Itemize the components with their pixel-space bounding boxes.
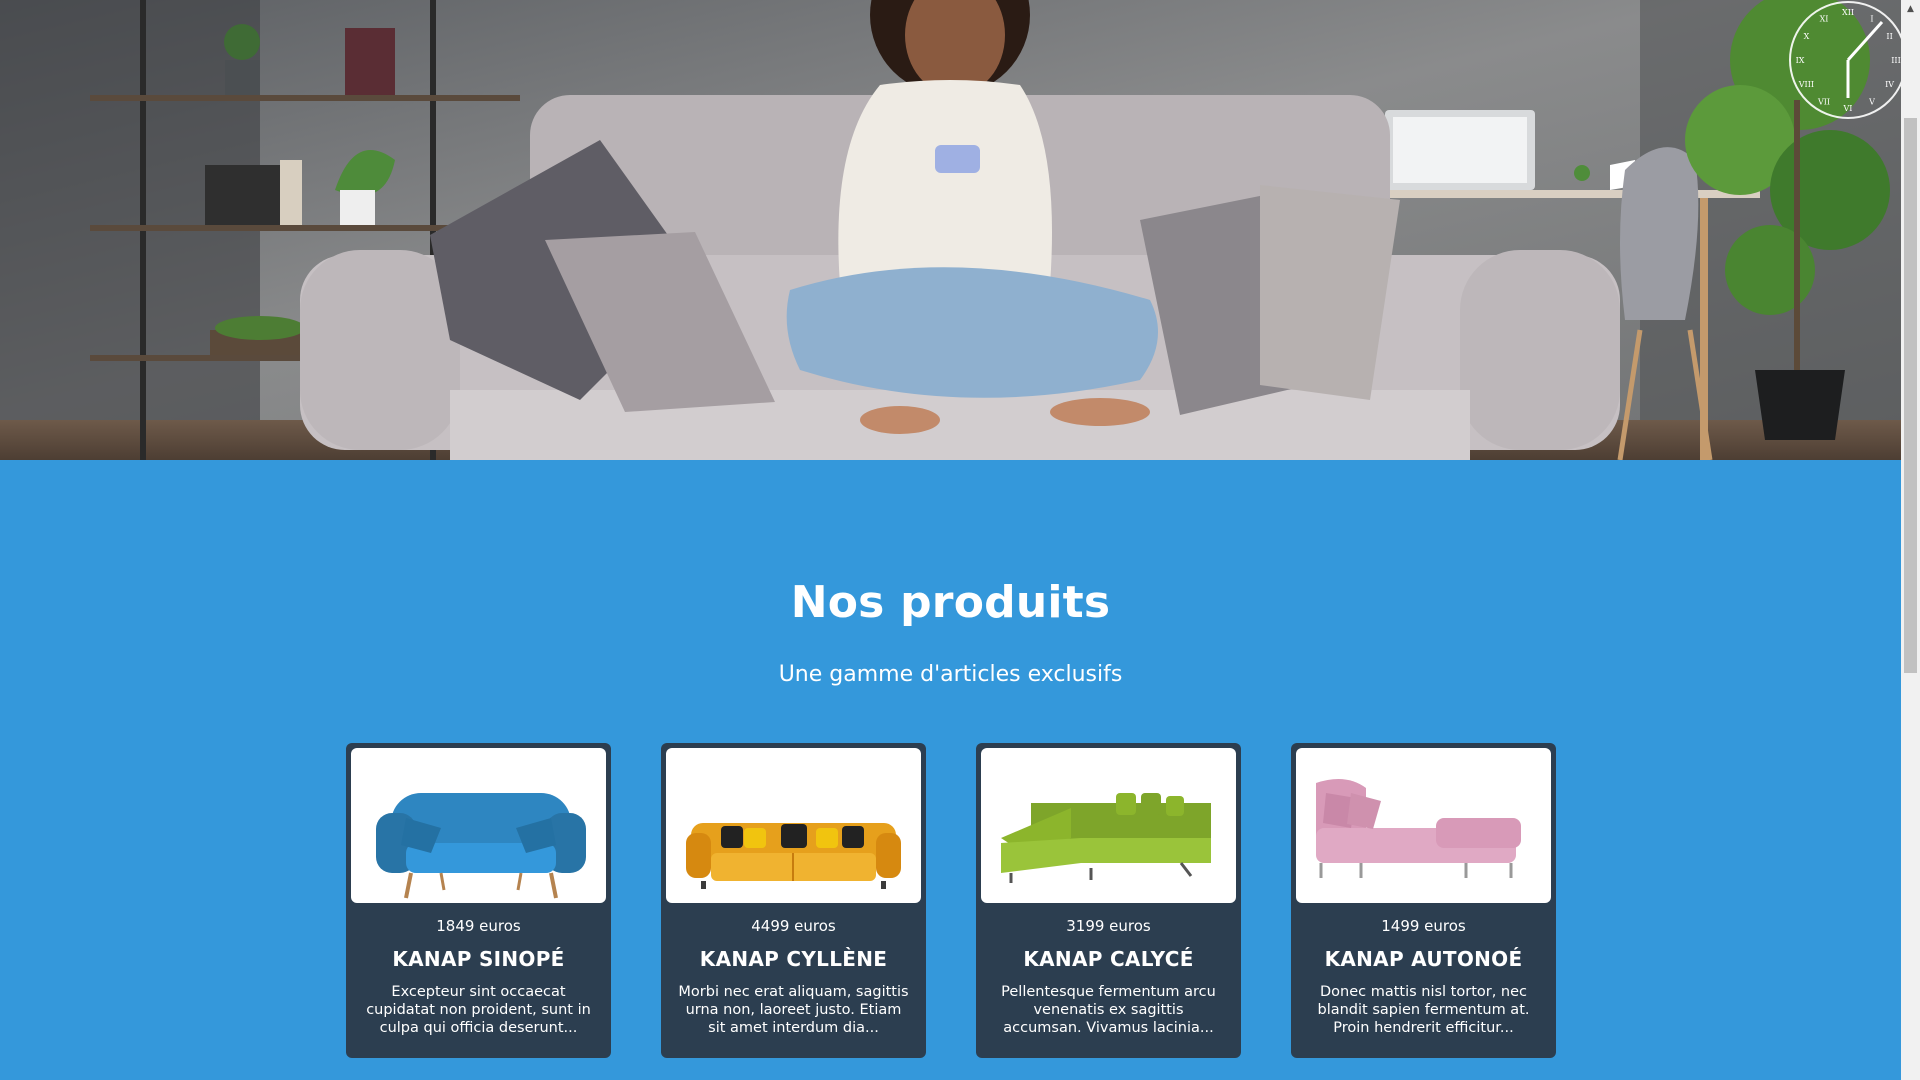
clock-numeral: VII [1817,98,1830,107]
hero-banner: XII I II III IV V VI VII VIII IX X XI [0,0,1901,460]
clock-numeral: II [1886,32,1892,41]
section-subtitle: Une gamme d'articles exclusifs [778,662,1123,687]
hero-image: XIIIIIIIIIVVVIVIIVIIIIXXXI [0,0,1901,460]
clock-numeral: X [1804,32,1810,41]
scrollbar-thumb[interactable] [1904,118,1917,673]
product-image [666,748,921,903]
product-price: 3199 euros [1066,917,1151,935]
clock-numeral: I [1870,14,1873,23]
clock-numeral: IV [1885,80,1894,89]
product-name: KANAP CALYCÉ [1023,947,1194,971]
product-description: Donec mattis nisl tortor, nec blandit sa… [1317,984,1530,1036]
product-image [1296,748,1551,903]
product-price: 1849 euros [436,917,521,935]
section-title: Nos produits [790,577,1111,628]
clock-numeral: V [1868,98,1875,107]
product-card-kanap-calyce[interactable]: 3199 euros KANAP CALYCÉ Pellentesque fer… [976,743,1241,1058]
clock-numeral: VIII [1798,80,1814,89]
product-description: Morbi nec erat aliquam, sagittis urna no… [678,984,909,1036]
product-card-kanap-autonoe[interactable]: 1499 euros KANAP AUTONOÉ Donec mattis ni… [1291,743,1556,1058]
product-name: KANAP SINOPÉ [392,947,565,971]
product-description: Pellentesque fermentum arcu venenatis ex… [1001,984,1216,1036]
product-name: KANAP AUTONOÉ [1324,947,1523,971]
product-card-kanap-cyllene[interactable]: 4499 euros KANAP CYLLÈNE Morbi nec erat … [661,743,926,1058]
clock-numeral: IX [1796,56,1805,65]
product-name: KANAP CYLLÈNE [699,947,888,971]
scroll-up-arrow-icon[interactable]: ▲ [1901,0,1920,17]
clock-numeral: VI [1843,104,1853,113]
product-image [351,748,606,903]
products-section: Nos produits Une gamme d'articles exclus… [0,460,1901,1080]
clock-numeral: III [1891,56,1900,65]
product-price: 1499 euros [1381,917,1466,935]
product-card-kanap-sinope[interactable]: 1849 euros KANAP SINOPÉ Excepteur sint o… [346,743,611,1058]
clock-numeral: XII [1842,8,1854,17]
product-description: Excepteur sint occaecat cupidatat non pr… [366,984,591,1036]
vertical-scrollbar[interactable]: ▲ [1901,0,1920,1080]
product-image [981,748,1236,903]
clock-numeral: XI [1820,14,1829,23]
product-price: 4499 euros [751,917,836,935]
